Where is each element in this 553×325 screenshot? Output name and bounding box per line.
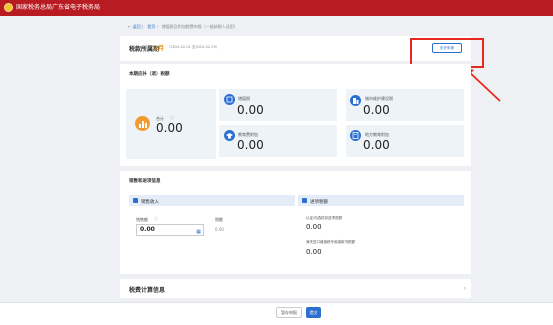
- tax-section-title: 本期应补（退）税额: [129, 72, 170, 77]
- tax-amount-value: 0.00: [215, 227, 224, 232]
- tax-item-value: 0.00: [237, 103, 264, 117]
- sales-amount-label: 销售额: [136, 217, 148, 222]
- sales-header-label: 销售收入: [141, 199, 159, 205]
- sales-input-section: 销售和进项信息 销售收入 销售额 ⓘ 0.00 ▦ 税额 0.00 进项税额 认…: [120, 171, 471, 274]
- home-link[interactable]: 首页: [147, 24, 155, 29]
- breadcrumb-current: 增值税及附加税费申报（一般纳税人适用）: [161, 24, 238, 29]
- emblem-icon: [4, 3, 13, 12]
- chart-icon: [135, 116, 150, 131]
- input-tax-icon: [302, 198, 307, 203]
- info-icon[interactable]: ⓘ: [154, 216, 158, 222]
- ledger-icon: [350, 130, 361, 141]
- building-icon: [350, 95, 361, 106]
- sales-section-title: 销售和进项信息: [129, 179, 161, 184]
- breadcrumb: ← 返回 | 首页 › 增值税及附加税费申报（一般纳税人适用）: [128, 24, 238, 29]
- input-tax-header-label: 进项税额: [310, 199, 328, 205]
- tax-calculation-section[interactable]: 税费计算信息 ›: [120, 279, 471, 298]
- sales-amount-input[interactable]: 0.00 ▦: [136, 224, 204, 236]
- submit-button[interactable]: 提交: [306, 307, 321, 318]
- calculator-icon[interactable]: ▦: [196, 227, 201, 237]
- tax-item-label: 增值税: [238, 96, 250, 101]
- tax-amount-label: 税额: [215, 217, 223, 222]
- tax-amount-section: 本期应补（退）税额 合计 ⓘ 0.00 增值税 0.00 城市维护建设税 0.0…: [120, 64, 471, 166]
- sales-revenue-header: 销售收入: [129, 195, 295, 206]
- back-link[interactable]: 返回: [133, 24, 141, 29]
- app-header: 国家税务总局广东省电子税务局: [0, 0, 553, 16]
- graduation-cap-icon: [224, 130, 235, 141]
- local-education-tile: 地方教育附加 0.00: [346, 125, 464, 157]
- chevron-right-icon[interactable]: ›: [464, 285, 466, 292]
- customs-import-tax-label: 海关进口增值税专用缴款书税额: [306, 240, 355, 244]
- total-tile: 合计 ⓘ 0.00: [126, 89, 216, 159]
- footer-bar: 暂存申报 提交: [0, 302, 553, 325]
- save-draft-button[interactable]: 暂存申报: [276, 307, 302, 318]
- app-title: 国家税务总局广东省电子税务局: [16, 4, 101, 11]
- tax-item-label: 城市维护建设税: [365, 96, 393, 101]
- calc-section-title: 税费计算信息: [129, 287, 166, 294]
- urban-tax-tile: 城市维护建设税 0.00: [346, 89, 464, 121]
- period-date-range: （2024-02-01 至2024-02-29）: [167, 45, 220, 49]
- back-arrow-icon[interactable]: ←: [128, 24, 131, 29]
- vat-tile: 增值税 0.00: [219, 89, 337, 121]
- tax-item-value: 0.00: [363, 103, 390, 117]
- customs-import-tax-value: 0.00: [306, 248, 322, 256]
- certified-input-tax-value: 0.00: [306, 223, 322, 231]
- document-icon: [224, 94, 235, 105]
- input-tax-header: 进项税额: [298, 195, 464, 206]
- sales-icon: [133, 198, 138, 203]
- certified-input-tax-label: 认证/勾选抵扣进项税额: [306, 216, 343, 220]
- total-value: 0.00: [156, 121, 183, 135]
- tax-item-value: 0.00: [237, 138, 264, 152]
- period-value: 2月: [154, 45, 165, 52]
- tax-item-value: 0.00: [363, 138, 390, 152]
- education-fee-tile: 教育费附加 0.00: [219, 125, 337, 157]
